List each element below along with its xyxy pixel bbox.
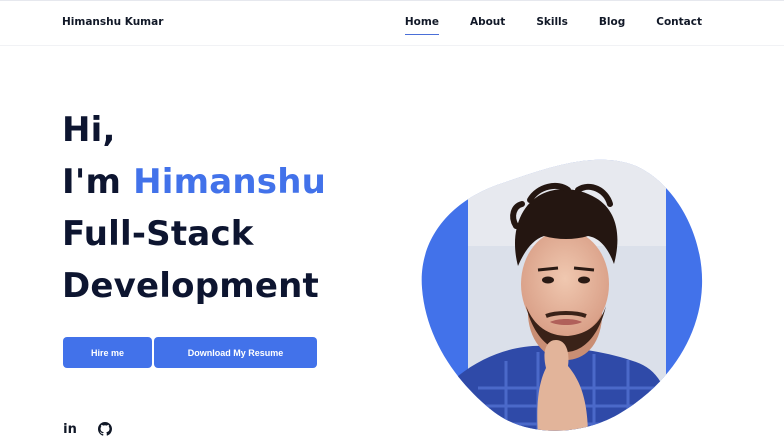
hero-role-line1: Full-Stack	[62, 214, 254, 254]
nav-link-home[interactable]: Home	[404, 16, 440, 35]
profile-portrait	[421, 159, 703, 431]
nav-link-contact[interactable]: Contact	[656, 16, 702, 28]
hero-intro-prefix: I'm	[62, 162, 134, 202]
hero-role-line2: Development	[62, 266, 320, 306]
hero-name: Himanshu	[133, 162, 327, 202]
hire-me-button[interactable]: Hire me	[63, 337, 152, 368]
nav-link-about[interactable]: About	[470, 16, 505, 28]
nav-links: Home About Skills Blog Contact	[404, 16, 702, 35]
linkedin-icon[interactable]: in	[61, 420, 79, 438]
hero-greeting: Hi,	[62, 110, 116, 150]
hero-title: Hi, I'm Himanshu Full-Stack Development	[62, 104, 326, 312]
download-resume-button[interactable]: Download My Resume	[154, 337, 317, 368]
navbar: Himanshu Kumar Home About Skills Blog Co…	[0, 0, 784, 46]
nav-link-blog[interactable]: Blog	[599, 16, 625, 28]
nav-link-skills[interactable]: Skills	[536, 16, 568, 28]
brand-name[interactable]: Himanshu Kumar	[62, 16, 163, 28]
github-icon[interactable]	[96, 420, 114, 438]
hero-intro: I'm Himanshu	[62, 156, 326, 208]
